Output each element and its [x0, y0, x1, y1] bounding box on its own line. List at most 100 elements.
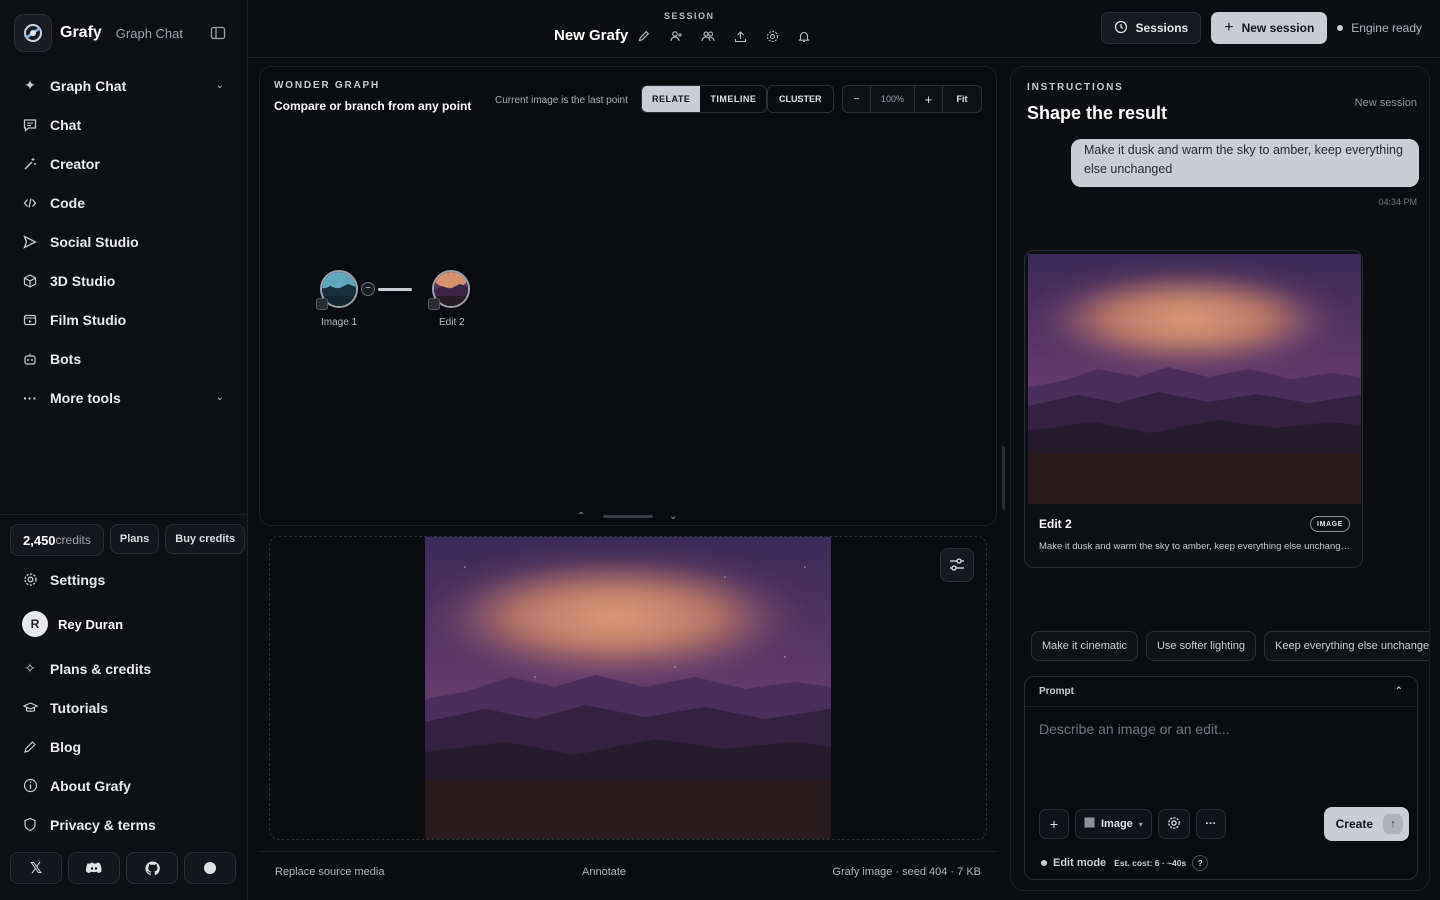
edit-icon[interactable]	[636, 28, 652, 44]
pen-icon	[22, 739, 38, 755]
session-actions	[636, 28, 812, 44]
nav-label: Social Studio	[50, 233, 139, 250]
plans-button[interactable]: Plans	[109, 524, 160, 554]
chevron-down-icon: ⌄	[215, 80, 224, 91]
mode-relate-button[interactable]: RELATE	[642, 86, 701, 112]
nav-item-social-studio[interactable]: Social Studio	[10, 222, 238, 261]
preview-image[interactable]	[425, 537, 831, 840]
instructions-panel: INSTRUCTIONS Shape the result New sessio…	[1010, 66, 1430, 891]
nav-item-plans-credits[interactable]: ✧ Plans & credits	[10, 649, 238, 688]
zoom-in-button[interactable]: +	[915, 86, 943, 112]
github-icon[interactable]	[126, 852, 178, 884]
x-icon[interactable]: 𝕏	[10, 852, 62, 884]
sidebar: Grafy Graph Chat ✦ Graph Chat ⌄ Chat Cre…	[0, 0, 248, 900]
discord-icon[interactable]	[68, 852, 120, 884]
user-share-icon[interactable]	[668, 28, 684, 44]
nav-item-creator[interactable]: Creator	[10, 144, 238, 183]
nav-item-tutorials[interactable]: Tutorials	[10, 688, 238, 727]
graph-section-label: WONDER GRAPH	[274, 80, 381, 91]
zoom-out-button[interactable]: −	[843, 86, 871, 112]
nav-label: Code	[50, 194, 85, 211]
replace-source-button[interactable]: Replace source media	[275, 866, 384, 878]
image-preview	[269, 536, 987, 840]
upload-icon[interactable]	[732, 28, 748, 44]
bell-icon[interactable]	[796, 28, 812, 44]
resize-handle[interactable]	[603, 515, 653, 518]
bot-icon	[22, 351, 38, 367]
mode-timeline-button[interactable]: TIMELINE	[700, 86, 766, 112]
edge-collapse-icon[interactable]: −	[361, 282, 375, 296]
session-title[interactable]: New Grafy	[554, 27, 628, 44]
suggestion-chips: Make it cinematic Use softer lighting Ke…	[1031, 631, 1429, 661]
nav-item-bots[interactable]: Bots	[10, 339, 238, 378]
vertical-splitter[interactable]	[1002, 446, 1005, 510]
settings-gear-icon[interactable]	[764, 28, 780, 44]
plus-icon: +	[1049, 816, 1059, 832]
prompt-input[interactable]	[1039, 721, 1399, 737]
prompt-header[interactable]: Prompt ⌃	[1025, 677, 1417, 707]
send-icon	[22, 234, 38, 250]
result-card[interactable]: Edit 2 IMAGE Make it dusk and warm the s…	[1024, 250, 1363, 568]
users-icon[interactable]	[700, 28, 716, 44]
sidebar-toggle-icon[interactable]	[210, 25, 228, 41]
user-profile[interactable]: R Rey Duran	[10, 599, 238, 649]
info-icon	[22, 778, 38, 794]
sessions-label: Sessions	[1135, 21, 1189, 35]
credits-unit: credits	[55, 533, 91, 547]
annotate-button[interactable]: Annotate	[582, 866, 626, 878]
add-attachment-button[interactable]: +	[1039, 809, 1069, 839]
graph-node-label: Edit 2	[439, 317, 465, 328]
buy-credits-button[interactable]: Buy credits	[165, 524, 246, 554]
credits-balance: 2,450 credits	[10, 524, 104, 556]
wonder-graph-panel: WONDER GRAPH Compare or branch from any …	[259, 66, 997, 526]
nav-item-about[interactable]: About Grafy	[10, 766, 238, 805]
output-type-label: Image	[1101, 818, 1133, 830]
nav-label: Film Studio	[50, 311, 127, 328]
cluster-button[interactable]: CLUSTER	[767, 85, 834, 113]
shield-icon	[22, 817, 38, 833]
create-button[interactable]: Create ↑	[1323, 807, 1409, 841]
mode-dot-icon	[1041, 860, 1047, 866]
nav-label: Settings	[50, 571, 106, 588]
adjust-sliders-icon[interactable]	[940, 548, 974, 582]
chip-keep-unchanged[interactable]: Keep everything else unchanged	[1264, 631, 1429, 661]
main-nav: ✦ Graph Chat ⌄ Chat Creator Code Social …	[10, 66, 238, 417]
credits-row: 2,450 credits Plans Buy credits	[10, 524, 246, 556]
nav-item-chat[interactable]: Chat	[10, 105, 238, 144]
engine-status-text: Engine ready	[1351, 21, 1422, 35]
circle-icon[interactable]	[184, 852, 236, 884]
message-timestamp: 04:34 PM	[1378, 197, 1417, 207]
prompt-settings-button[interactable]	[1157, 809, 1190, 839]
nav-item-graph-chat[interactable]: ✦ Graph Chat ⌄	[10, 66, 238, 105]
brand-subtitle: Graph Chat	[115, 25, 183, 41]
nav-item-more-tools[interactable]: ··· More tools ⌄	[10, 378, 238, 417]
secondary-nav: Settings R Rey Duran ✧ Plans & credits T…	[10, 560, 238, 844]
nav-item-privacy[interactable]: Privacy & terms	[10, 805, 238, 844]
chip-cinematic[interactable]: Make it cinematic	[1031, 631, 1138, 661]
help-icon[interactable]: ?	[1192, 855, 1209, 871]
nav-item-blog[interactable]: Blog	[10, 727, 238, 766]
engine-status: Engine ready	[1337, 21, 1422, 35]
nav-item-settings[interactable]: Settings	[10, 560, 238, 599]
fit-button[interactable]: Fit	[943, 86, 981, 112]
graph-mode-toggle: RELATE TIMELINE	[641, 85, 768, 113]
chevron-up-icon[interactable]: ⌃	[577, 511, 585, 522]
chevron-down-icon[interactable]: ⌄	[669, 511, 677, 522]
sessions-button[interactable]: Sessions	[1100, 12, 1202, 44]
zoom-controls: − 100% + Fit	[842, 85, 982, 113]
nav-item-3d-studio[interactable]: 3D Studio	[10, 261, 238, 300]
graph-edge	[378, 288, 412, 291]
top-bar: SESSION New Grafy Sessions + New session…	[248, 0, 1440, 58]
brand[interactable]: Grafy Graph Chat	[14, 14, 183, 52]
graph-hint: Current image is the last point	[495, 95, 628, 106]
new-session-button[interactable]: + New session	[1211, 12, 1328, 44]
more-options-button[interactable]: ···	[1195, 809, 1226, 839]
chip-softer-lighting[interactable]: Use softer lighting	[1145, 631, 1257, 661]
chevron-up-icon[interactable]: ⌃	[1395, 686, 1403, 697]
output-type-select[interactable]: Image ▾	[1075, 809, 1152, 839]
app-root: Grafy Graph Chat ✦ Graph Chat ⌄ Chat Cre…	[0, 0, 1440, 900]
nav-item-code[interactable]: Code	[10, 183, 238, 222]
gear-icon	[22, 572, 38, 588]
graph-title: Compare or branch from any point	[274, 99, 472, 113]
nav-item-film-studio[interactable]: Film Studio	[10, 300, 238, 339]
